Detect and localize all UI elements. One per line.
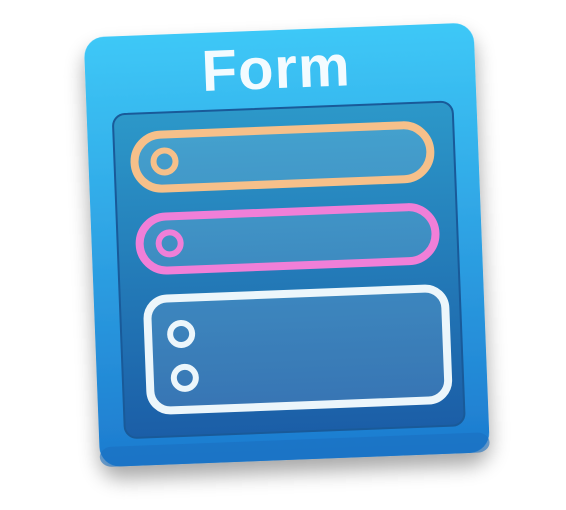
text-area-white <box>143 284 453 415</box>
icon-title: Form <box>200 33 351 104</box>
text-field-orange <box>130 121 435 193</box>
text-field-pink <box>135 203 440 275</box>
icon-stage: Form <box>0 0 566 510</box>
form-app-icon: Form <box>84 23 490 467</box>
